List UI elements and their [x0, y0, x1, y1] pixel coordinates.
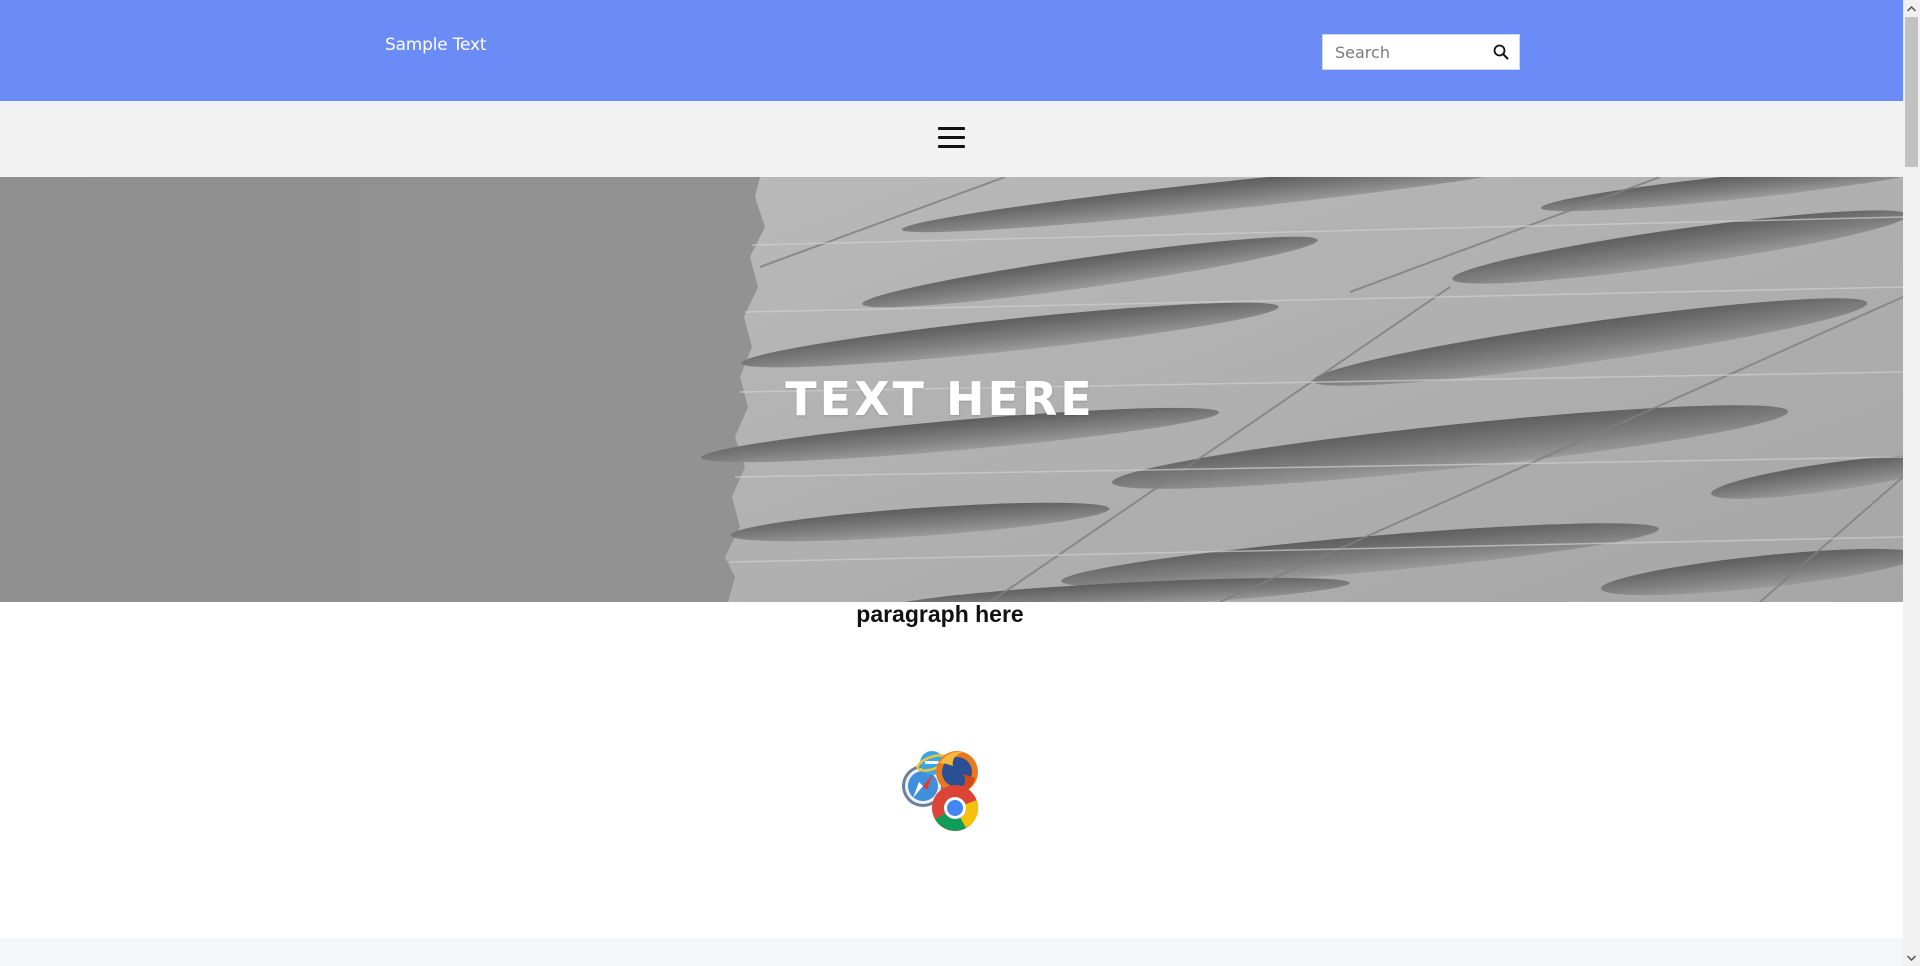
page: Sample Text Search TEXT HERE paragraph h…	[0, 0, 1920, 966]
paragraph-text: paragraph here	[856, 601, 1024, 627]
hero-title: TEXT HERE	[785, 372, 1095, 426]
search-button[interactable]	[1483, 35, 1519, 69]
vertical-scrollbar[interactable]	[1903, 0, 1920, 966]
footer-strip	[0, 938, 1903, 966]
chevron-up-icon[interactable]	[1903, 0, 1920, 17]
browser-viewport: Sample Text Search TEXT HERE paragraph h…	[0, 0, 1903, 966]
top-header: Sample Text	[0, 0, 1903, 101]
chevron-down-icon[interactable]	[1903, 949, 1920, 966]
chrome-logo	[932, 785, 979, 831]
search-input[interactable]	[1323, 35, 1483, 69]
search-icon	[1493, 44, 1509, 60]
hero-banner: TEXT HERE	[0, 177, 1903, 602]
browser-logos-icon	[899, 748, 983, 834]
scrollbar-thumb[interactable]	[1905, 17, 1918, 167]
search-box	[1322, 34, 1520, 70]
brand-text[interactable]: Sample Text	[385, 35, 487, 55]
hamburger-menu-icon[interactable]	[938, 125, 965, 151]
